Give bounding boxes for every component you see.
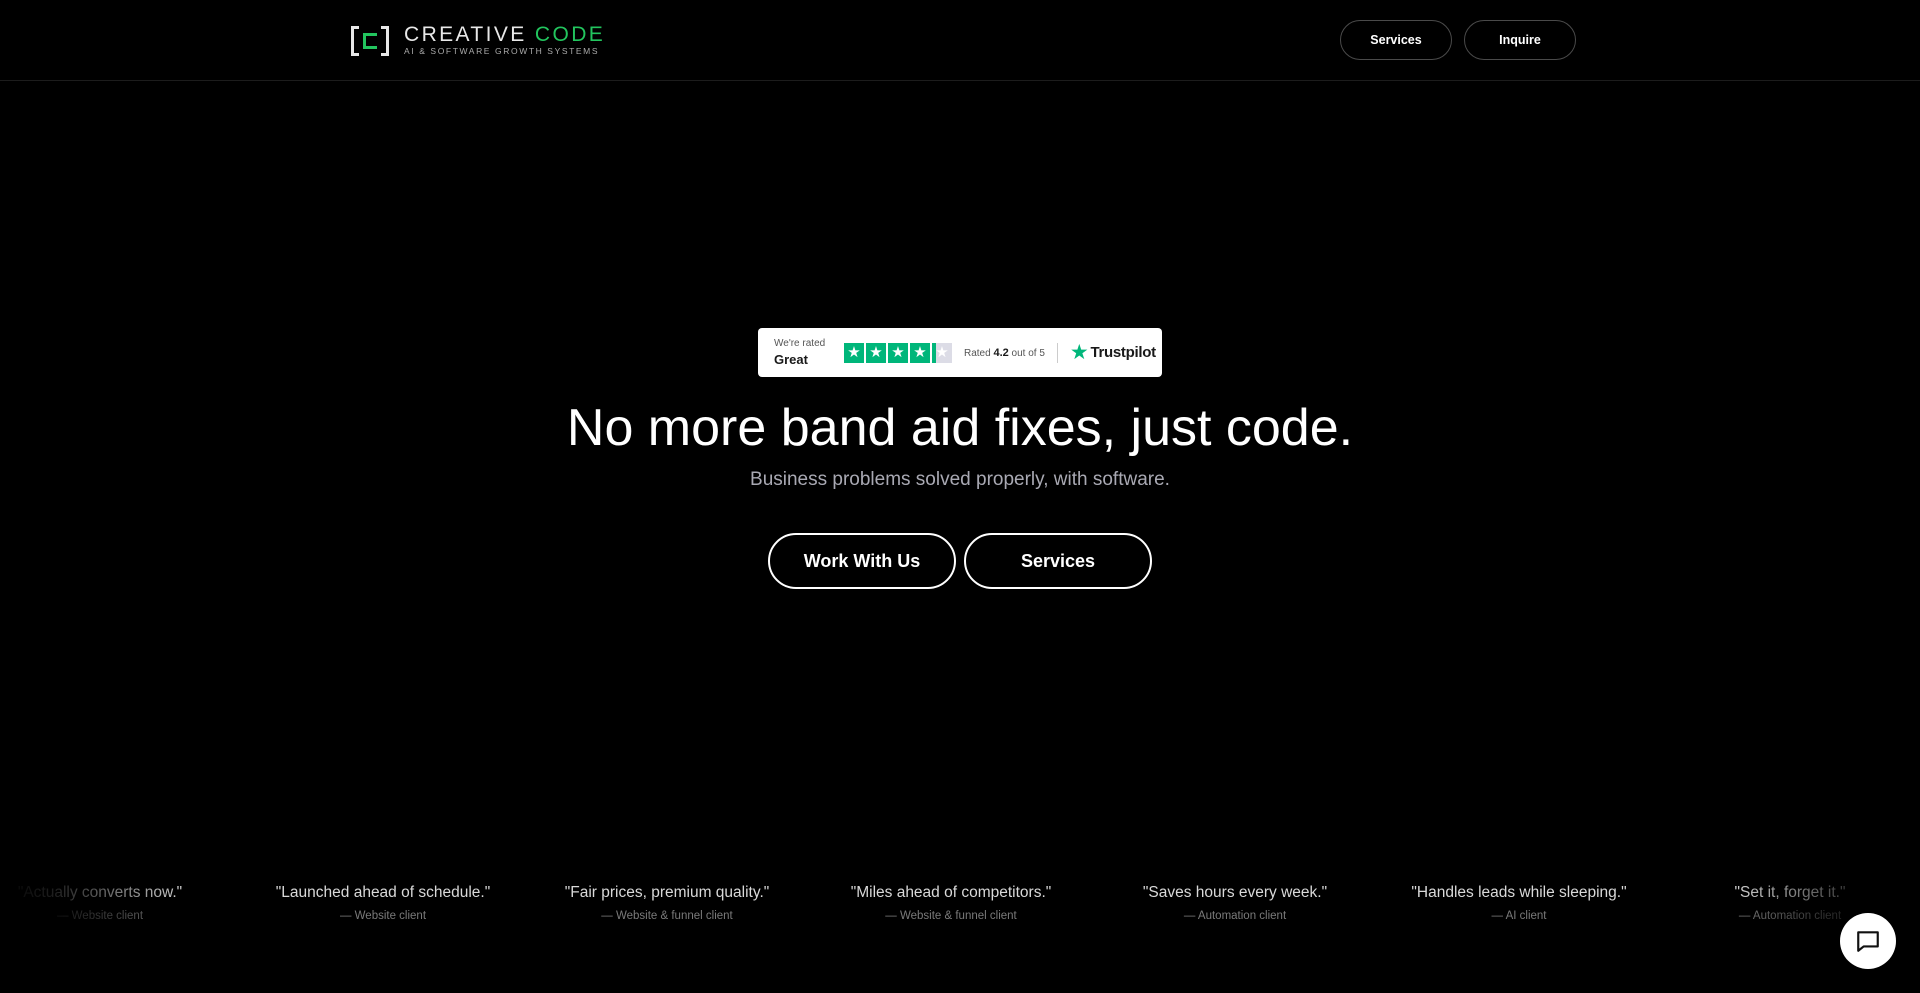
testimonial-quote: "Set it, forget it." bbox=[1734, 884, 1846, 901]
trustpilot-star-icon: ★ bbox=[1069, 340, 1089, 364]
star-icon: ★ bbox=[844, 342, 864, 363]
brand-name-accent: CODE bbox=[534, 23, 606, 46]
testimonial-item: "Miles ahead of competitors." — Website … bbox=[821, 882, 1081, 924]
brand-tagline: AI & SOFTWARE GROWTH SYSTEMS bbox=[404, 46, 600, 56]
trustpilot-score: Rated 4.2 out of 5 bbox=[964, 347, 1045, 359]
testimonial-author: — Website & funnel client bbox=[885, 910, 1017, 922]
testimonial-author: — Automation client bbox=[1183, 910, 1287, 922]
testimonial-author: — Website client bbox=[339, 910, 427, 922]
testimonial-quote: "Miles ahead of competitors." bbox=[850, 884, 1052, 901]
trustpilot-divider bbox=[1056, 342, 1058, 363]
trustpilot-score-prefix: Rated bbox=[964, 347, 991, 359]
trustpilot-score-value: 4.2 bbox=[993, 346, 1009, 359]
star-icon: ★ bbox=[888, 342, 908, 363]
trustpilot-rating-word: Great bbox=[774, 351, 808, 367]
testimonial-quote: "Actually converts now." bbox=[17, 884, 183, 901]
trustpilot-stars: ★ ★ ★ ★ ★ bbox=[844, 342, 952, 363]
trustpilot-brand: ★ Trustpilot bbox=[1069, 340, 1156, 364]
hero-services-button[interactable]: Services bbox=[964, 533, 1152, 589]
brand-logo[interactable]: CREATIVE CODE AI & SOFTWARE GROWTH SYSTE… bbox=[351, 24, 605, 57]
top-nav: Services Inquire bbox=[1340, 20, 1576, 60]
trustpilot-score-suffix: out of 5 bbox=[1011, 347, 1045, 359]
testimonial-item: "Launched ahead of schedule." — Website … bbox=[253, 882, 513, 924]
hero-cta-group: Work With Us Services bbox=[768, 533, 1152, 589]
testimonial-author: — Website client bbox=[56, 910, 144, 922]
hero-headline: No more band aid fixes, just code. bbox=[566, 399, 1354, 457]
testimonial-quote: "Handles leads while sleeping." bbox=[1411, 884, 1627, 901]
partial-star-icon: ★ bbox=[932, 342, 952, 363]
testimonial-item: "Fair prices, premium quality." — Websit… bbox=[537, 882, 797, 924]
hero-subheadline: Business problems solved properly, with … bbox=[750, 469, 1170, 490]
testimonial-author: — AI client bbox=[1491, 910, 1547, 922]
brand-name: CREATIVE CODE bbox=[404, 24, 605, 46]
site-header: CREATIVE CODE AI & SOFTWARE GROWTH SYSTE… bbox=[0, 0, 1920, 81]
trustpilot-widget[interactable]: We're rated Great ★ ★ ★ ★ ★ Rated 4.2 ou… bbox=[758, 328, 1162, 377]
testimonial-author: — Website & funnel client bbox=[601, 910, 733, 922]
testimonial-item: "Handles leads while sleeping." — AI cli… bbox=[1389, 882, 1649, 924]
nav-inquire-button[interactable]: Inquire bbox=[1464, 20, 1576, 60]
star-icon: ★ bbox=[866, 342, 886, 363]
logo-bracket-icon bbox=[351, 25, 389, 56]
testimonial-quote: "Fair prices, premium quality." bbox=[564, 884, 770, 901]
nav-services-button[interactable]: Services bbox=[1340, 20, 1452, 60]
chat-button[interactable] bbox=[1840, 913, 1896, 969]
testimonial-quote: "Saves hours every week." bbox=[1142, 884, 1328, 901]
brand-text: CREATIVE CODE AI & SOFTWARE GROWTH SYSTE… bbox=[404, 24, 605, 57]
testimonial-marquee: "Actually converts now." — Website clien… bbox=[0, 882, 1920, 932]
trustpilot-brand-name: Trustpilot bbox=[1090, 344, 1156, 361]
testimonial-quote: "Launched ahead of schedule." bbox=[275, 884, 491, 901]
star-icon: ★ bbox=[910, 342, 930, 363]
work-with-us-button[interactable]: Work With Us bbox=[768, 533, 956, 589]
testimonial-item: "Saves hours every week." — Automation c… bbox=[1105, 882, 1365, 924]
trustpilot-rated-prefix: We're rated bbox=[774, 337, 826, 349]
brand-name-primary: CREATIVE bbox=[404, 23, 527, 46]
trustpilot-rated: We're rated Great bbox=[774, 338, 840, 368]
testimonial-item: "Actually converts now." — Website clien… bbox=[0, 882, 230, 924]
chat-bubble-icon bbox=[1857, 931, 1879, 952]
